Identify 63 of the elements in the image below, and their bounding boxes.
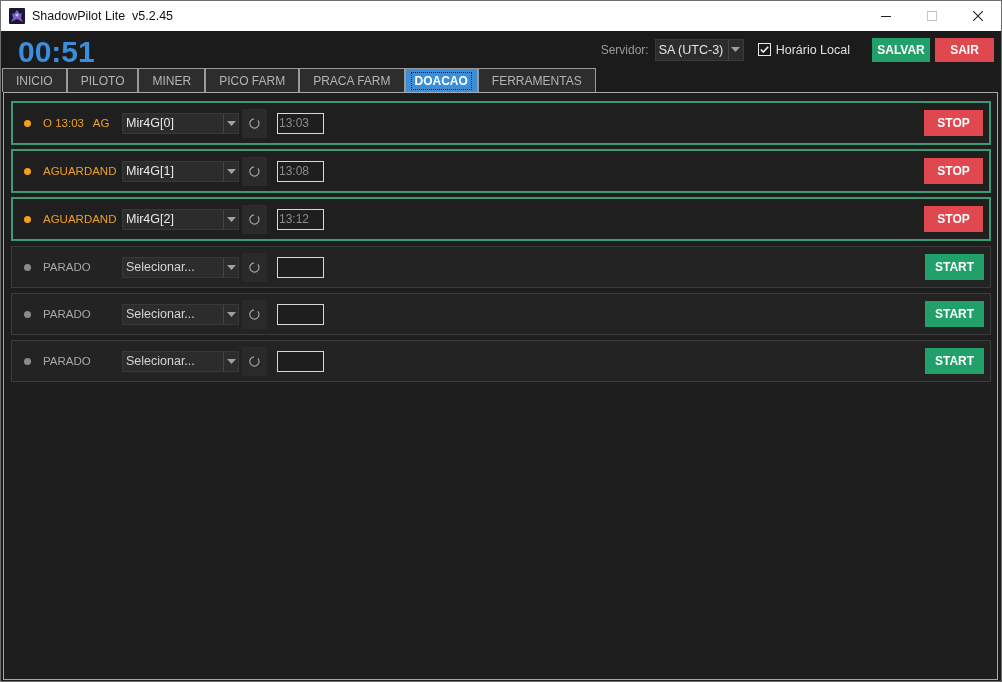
caret-icon [226, 168, 236, 174]
refresh-icon [249, 261, 260, 273]
start-button[interactable]: START [925, 301, 984, 327]
stop-button[interactable]: STOP [924, 206, 983, 232]
timer: 00:51 [18, 36, 95, 67]
tab[interactable]: DOACAO [404, 68, 478, 92]
account-select[interactable]: Selecionar... [122, 350, 239, 372]
refresh-button[interactable] [242, 108, 267, 138]
refresh-button[interactable] [242, 299, 267, 329]
account-select[interactable]: Mir4G[2] [122, 208, 239, 230]
time-field[interactable]: 13:08 [277, 160, 324, 182]
refresh-button[interactable] [242, 204, 267, 234]
refresh-button[interactable] [242, 156, 267, 186]
close-icon [973, 11, 983, 21]
tab[interactable]: PICO FARM [205, 68, 300, 92]
account-select[interactable]: Selecionar... [122, 303, 239, 325]
account-select[interactable]: Mir4G[0] [122, 112, 239, 134]
time-field[interactable] [277, 303, 324, 325]
maximize-icon [927, 11, 937, 21]
caret-icon [226, 311, 236, 317]
refresh-icon [249, 355, 260, 367]
status-label: PARADO [43, 355, 92, 367]
time-field[interactable]: 13:12 [277, 208, 324, 230]
refresh-icon [249, 213, 260, 225]
tab[interactable]: MINER [138, 68, 206, 92]
server-label: Servidor: [600, 42, 649, 57]
stop-button[interactable]: STOP [924, 110, 983, 136]
refresh-icon [249, 165, 260, 177]
start-button[interactable]: START [925, 348, 984, 374]
status-label: AGUARDAND [43, 165, 118, 177]
account-select[interactable]: Selecionar... [122, 256, 239, 278]
tab[interactable]: INICIO [2, 68, 67, 92]
account-select[interactable]: Mir4G[1] [122, 160, 239, 182]
status-label: O 13:03 AG [43, 117, 111, 129]
minimize-icon [881, 15, 891, 17]
status-label: PARADO [43, 261, 92, 273]
tab[interactable]: PRACA FARM [299, 68, 405, 92]
window-title: ShadowPilot Lite v5.2.45 [32, 9, 174, 23]
status-label: PARADO [43, 308, 92, 320]
app-logo-icon [9, 8, 25, 24]
caret-icon [226, 120, 236, 126]
refresh-icon [249, 117, 260, 129]
tab[interactable]: PILOTO [66, 68, 139, 92]
caret-icon [226, 358, 236, 364]
refresh-icon [249, 308, 260, 320]
start-button[interactable]: START [925, 254, 984, 280]
time-field[interactable]: 13:03 [277, 112, 324, 134]
checkbox[interactable] [757, 43, 771, 56]
caret-icon [226, 264, 236, 270]
time-field[interactable] [277, 256, 324, 278]
time-field[interactable] [277, 350, 324, 372]
check-icon [759, 46, 769, 53]
tab[interactable]: FERRAMENTAS [477, 68, 596, 92]
exit-button[interactable]: SAIR [935, 37, 994, 62]
server-select[interactable]: SA (UTC-3) [654, 38, 744, 61]
caret-icon [226, 216, 236, 222]
checkbox-label: Horário Local [775, 42, 850, 57]
refresh-button[interactable] [242, 252, 267, 282]
refresh-button[interactable] [242, 346, 267, 376]
save-button[interactable]: SALVAR [872, 37, 930, 62]
stop-button[interactable]: STOP [924, 158, 983, 184]
caret-icon [731, 47, 741, 52]
status-label: AGUARDAND [43, 213, 118, 225]
